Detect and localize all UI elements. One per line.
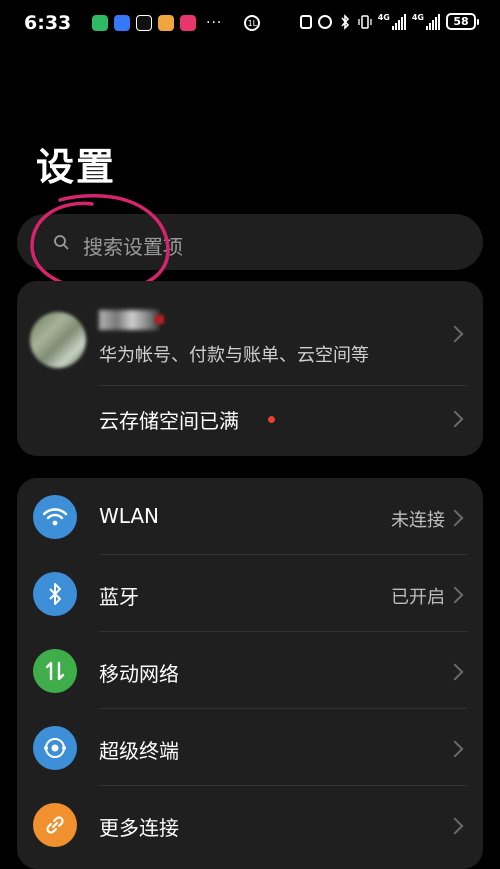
app-notification-icon-pink [180, 15, 196, 31]
account-name-blurred [99, 310, 159, 330]
cloud-storage-row[interactable] [17, 386, 483, 456]
setting-row-super-device[interactable]: 超级终端 [17, 709, 483, 786]
search-input[interactable]: 搜索设置项 [17, 214, 483, 270]
app-notification-icon-green [92, 15, 108, 31]
account-badge [155, 315, 164, 324]
bluetooth-status-icon [338, 13, 352, 30]
mobile-data-icon [33, 649, 77, 693]
chevron-right-icon [446, 325, 464, 343]
setting-label: 移动网络 [99, 662, 179, 686]
setting-status: 未连接 [391, 510, 445, 531]
notification-icons: ··· 1L [92, 15, 261, 31]
link-icon [33, 803, 77, 847]
status-time: 6:33 [24, 12, 72, 34]
setting-row-bluetooth[interactable]: 蓝牙 已开启 [17, 555, 483, 632]
bluetooth-icon [33, 572, 77, 616]
battery-icon: 58 [446, 13, 479, 30]
chevron-right-icon [446, 509, 464, 527]
setting-label: 蓝牙 [99, 585, 139, 609]
avatar [30, 312, 86, 368]
system-icons: 4G 4G 58 [299, 13, 479, 30]
chevron-right-icon [446, 740, 464, 758]
setting-label: WLAN [99, 504, 160, 528]
account-row[interactable]: 华为帐号、付款与账单、云空间等 [17, 281, 483, 385]
cloud-storage-label: 云存储空间已满 [99, 409, 239, 433]
nfc-icon [299, 14, 312, 29]
wifi-icon [33, 495, 77, 539]
vibrate-icon [358, 14, 372, 30]
accessibility-icon: 1L [244, 15, 261, 31]
account-card: 华为帐号、付款与账单、云空间等 云存储空间已满 [17, 281, 483, 456]
app-notification-icon-blue [114, 15, 130, 31]
setting-row-wlan[interactable]: WLAN 未连接 [17, 478, 483, 555]
signal-icon-sim1: 4G [378, 13, 406, 30]
setting-status: 已开启 [391, 587, 445, 608]
chevron-right-icon [446, 586, 464, 604]
alarm-icon [317, 14, 332, 29]
notification-dot [268, 416, 275, 423]
status-bar: 6:33 ··· 1L 4G 4G 58 [0, 0, 500, 50]
setting-row-mobile-network[interactable]: 移动网络 [17, 632, 483, 709]
connections-card: WLAN 未连接 蓝牙 已开启 移动网络 超级终端 更多连接 [17, 478, 483, 869]
setting-label: 更多连接 [99, 816, 179, 840]
more-notifications-icon: ··· [206, 15, 223, 31]
setting-label: 超级终端 [99, 739, 179, 763]
app-notification-icon-orange [158, 15, 174, 31]
search-placeholder: 搜索设置项 [83, 235, 183, 259]
page-title: 设置 [36, 145, 117, 189]
search-icon [53, 234, 69, 250]
setting-row-more-connections[interactable]: 更多连接 [17, 786, 483, 863]
tiktok-icon [136, 15, 152, 31]
signal-icon-sim2: 4G [412, 13, 440, 30]
super-device-icon [33, 726, 77, 770]
account-subtitle: 华为帐号、付款与账单、云空间等 [99, 345, 369, 366]
chevron-right-icon [446, 663, 464, 681]
chevron-right-icon [446, 817, 464, 835]
